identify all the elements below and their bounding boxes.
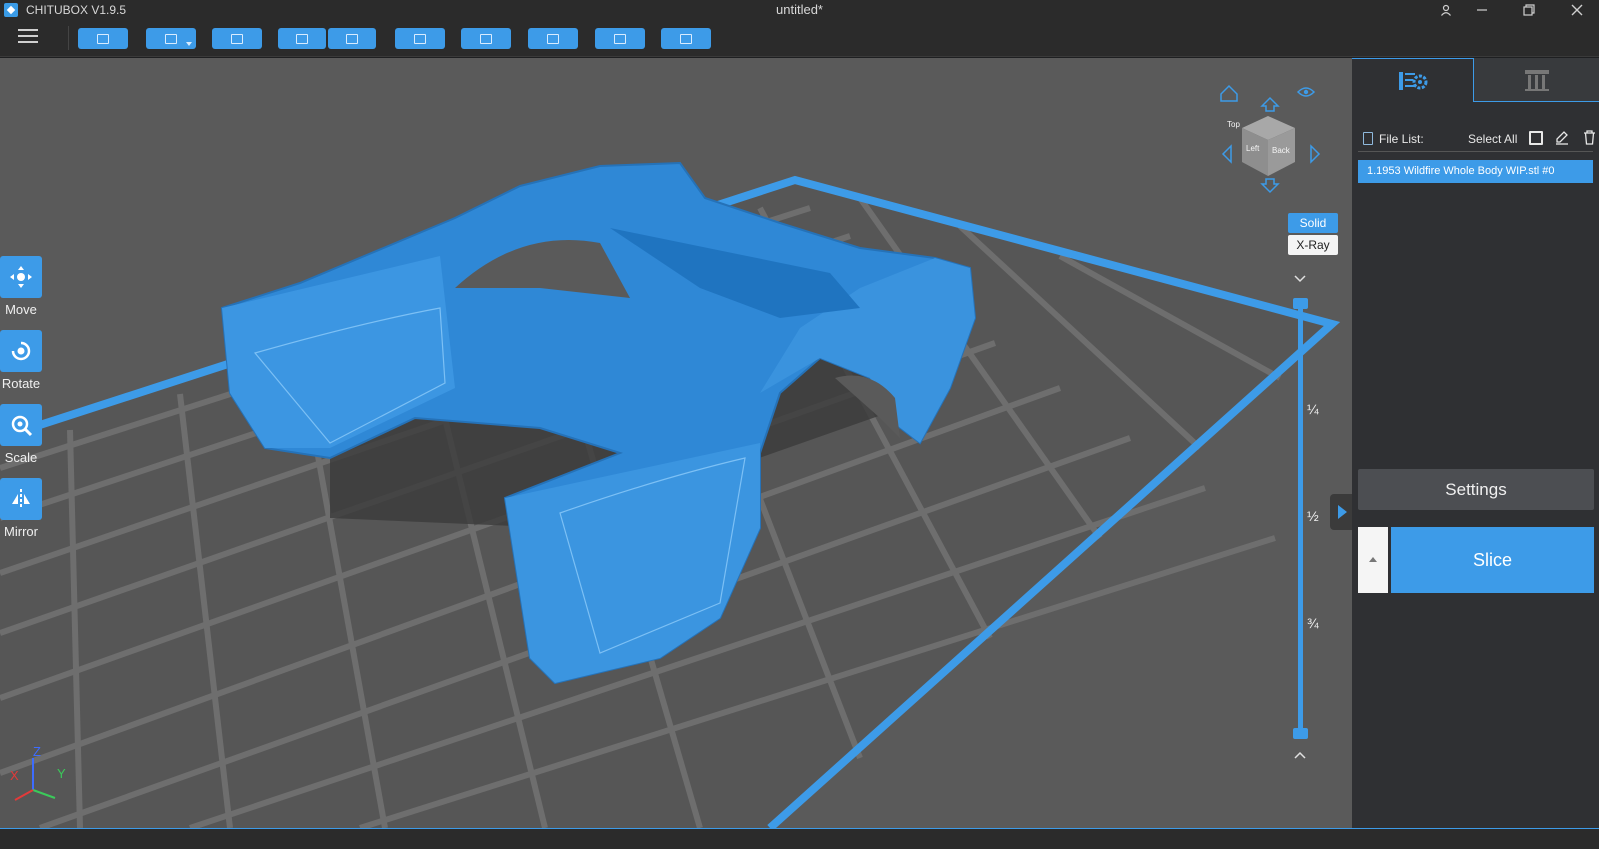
undo-button[interactable] (278, 28, 326, 49)
redo-icon (346, 33, 358, 44)
hollow-icon (414, 33, 426, 44)
slider-mark-quarter: ¼ (1307, 401, 1319, 417)
view-cube-back-label: Back (1272, 146, 1290, 155)
auto-layout-button[interactable] (212, 28, 262, 49)
redo-button[interactable] (328, 28, 376, 49)
slice-button[interactable]: Slice (1391, 527, 1594, 593)
move-label: Move (5, 302, 37, 317)
3d-viewport[interactable]: Top Left Back Z Y X Move Rotate Scale Mi… (0, 58, 1352, 828)
axis-z-label: Z (33, 744, 41, 759)
hamburger-menu-icon[interactable] (18, 29, 38, 45)
close-button[interactable] (1557, 0, 1597, 20)
axis-x-label: X (10, 768, 19, 783)
save-button[interactable] (146, 28, 196, 49)
tab-supports[interactable] (1474, 58, 1599, 102)
panel-collapse-button[interactable] (1330, 494, 1352, 530)
duplicate-icon (480, 33, 492, 44)
rotate-icon[interactable] (0, 330, 42, 372)
restore-button[interactable] (1509, 0, 1549, 20)
print-settings-button[interactable] (661, 28, 711, 49)
select-all-label: Select All (1468, 132, 1518, 146)
status-bar (0, 828, 1599, 849)
move-icon[interactable] (0, 256, 42, 298)
trash-icon[interactable] (1583, 130, 1596, 145)
file-list-header: File List: Select All (1358, 130, 1596, 152)
scale-label: Scale (4, 450, 38, 465)
drain-icon (547, 33, 559, 44)
axis-y-label: Y (57, 766, 66, 781)
undo-icon (296, 33, 308, 44)
mirror-tool[interactable]: Mirror (0, 478, 42, 539)
mirror-icon[interactable] (0, 478, 42, 520)
scale-tool[interactable]: Scale (0, 404, 42, 465)
duplicate-button[interactable] (461, 28, 511, 49)
slider-mark-half: ½ (1307, 508, 1319, 524)
chitubox-window: CHITUBOX V1.9.5 untitled* Top Left Back … (0, 0, 1599, 849)
view-cube-top-label: Top (1227, 120, 1240, 129)
title-bar: CHITUBOX V1.9.5 untitled* (0, 0, 1599, 20)
edit-icon[interactable] (1555, 130, 1569, 145)
supports-icon (1524, 69, 1549, 91)
slider-mark-three-quarter: ¾ (1307, 615, 1319, 631)
document-title: untitled* (776, 2, 823, 17)
main-toolbar (0, 20, 1599, 57)
minimize-button[interactable] (1462, 0, 1502, 20)
machine-icon (614, 33, 626, 44)
view-cube-left-label: Left (1246, 144, 1260, 153)
machine-settings-button[interactable] (595, 28, 645, 49)
build-plate-scene[interactable] (0, 58, 1352, 828)
right-panel: File List: Select All 1.1953 Wildfire Wh… (1352, 58, 1599, 828)
chevron-down-icon[interactable] (186, 42, 192, 46)
account-icon[interactable] (1426, 0, 1466, 20)
select-all-checkbox[interactable] (1529, 131, 1543, 145)
rotate-label: Rotate (1, 376, 41, 391)
toolbar-separator (68, 26, 69, 50)
xray-view-button[interactable]: X-Ray (1288, 235, 1338, 255)
tab-model-settings[interactable] (1352, 58, 1474, 102)
open-file-button[interactable] (78, 28, 128, 49)
hollow-button[interactable] (395, 28, 445, 49)
move-tool[interactable]: Move (0, 256, 42, 317)
mirror-label: Mirror (4, 524, 38, 539)
settings-button[interactable]: Settings (1358, 469, 1594, 510)
solid-view-button[interactable]: Solid (1288, 213, 1338, 233)
drain-hole-button[interactable] (528, 28, 578, 49)
home-view-icon[interactable] (1220, 84, 1238, 102)
visibility-eye-icon[interactable] (1296, 87, 1316, 97)
folder-icon (97, 33, 109, 44)
settings-list-icon (1398, 71, 1427, 90)
layout-icon (231, 33, 243, 44)
file-list-icon (1363, 132, 1373, 145)
file-list-label: File List: (1379, 132, 1424, 146)
rotate-tool[interactable]: Rotate (0, 330, 42, 391)
file-list-item[interactable]: 1.1953 Wildfire Whole Body WIP.stl #0 (1358, 160, 1593, 183)
save-icon (165, 33, 177, 44)
slice-options-dropdown[interactable] (1358, 527, 1388, 593)
print-icon (680, 33, 692, 44)
scale-icon[interactable] (0, 404, 42, 446)
